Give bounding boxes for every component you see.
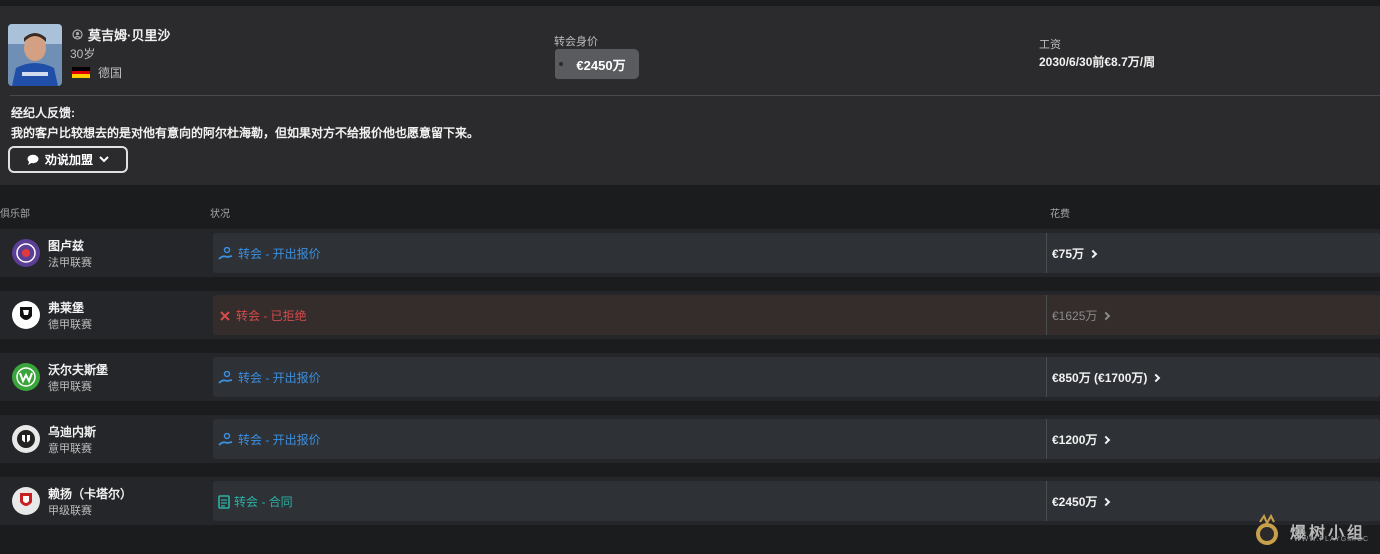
club-name[interactable]: 赖扬（卡塔尔） bbox=[48, 485, 132, 502]
club-name[interactable]: 沃尔夫斯堡 bbox=[48, 361, 108, 378]
offer-hand-icon bbox=[218, 246, 233, 260]
fee-value: €75万 bbox=[1052, 247, 1085, 261]
column-header-status: 状况 bbox=[210, 209, 230, 220]
speech-bubble-icon bbox=[27, 154, 39, 165]
toulouse-crest-icon bbox=[12, 239, 40, 267]
chevron-right-icon bbox=[1102, 311, 1111, 320]
fee-link[interactable]: €850万 (€1700万) bbox=[1052, 369, 1161, 386]
agent-feedback-label: 经纪人反馈: bbox=[11, 106, 75, 120]
club-league: 法甲联赛 bbox=[48, 257, 92, 269]
fee-value: €2450万 bbox=[1052, 495, 1098, 509]
freiburg-crest-icon bbox=[12, 301, 40, 329]
club-name[interactable]: 乌迪内斯 bbox=[48, 423, 96, 440]
chevron-right-icon bbox=[1088, 249, 1098, 258]
player-profile-icon bbox=[72, 29, 83, 40]
offer-hand-icon bbox=[218, 432, 233, 446]
chevron-down-icon bbox=[99, 156, 109, 163]
price-tag-hole-icon bbox=[559, 62, 563, 66]
udinese-crest-icon bbox=[12, 425, 40, 453]
player-age: 30岁 bbox=[70, 47, 96, 61]
player-name-row: 莫吉姆·贝里沙 bbox=[72, 25, 170, 44]
divider bbox=[1046, 357, 1047, 397]
column-header-club: 俱乐部 bbox=[0, 209, 30, 220]
valuation-value: €2450万 bbox=[576, 57, 626, 73]
chevron-right-icon bbox=[1102, 497, 1111, 506]
club-league: 甲级联赛 bbox=[48, 505, 92, 517]
fee-link[interactable]: €75万 bbox=[1052, 245, 1098, 262]
nationality-label: 德国 bbox=[98, 66, 123, 80]
divider bbox=[1046, 295, 1047, 335]
contract-document-icon bbox=[218, 494, 230, 509]
player-summary-panel: 莫吉姆·贝里沙 30岁 德国 转会身价 €2450万 工资 2030/6/30前… bbox=[0, 6, 1380, 185]
fee-value: €850万 (€1700万) bbox=[1052, 371, 1148, 385]
persuade-button-label: 劝说加盟 bbox=[44, 153, 93, 167]
status-cell: 转会 - 开出报价 €75万 bbox=[213, 233, 1380, 273]
table-row[interactable]: 弗莱堡 德甲联赛 转会 - 已拒绝 €1625万 bbox=[0, 291, 1380, 339]
divider bbox=[1046, 419, 1047, 459]
status-cell: 转会 - 开出报价 €850万 (€1700万) bbox=[213, 357, 1380, 397]
status-cell: 转会 - 已拒绝 €1625万 bbox=[213, 295, 1380, 335]
table-row[interactable]: 乌迪内斯 意甲联赛 转会 - 开出报价 €1200万 bbox=[0, 415, 1380, 463]
fee-link[interactable]: €2450万 bbox=[1052, 493, 1111, 510]
status-text: 转会 - 已拒绝 bbox=[236, 309, 307, 323]
table-row[interactable]: 沃尔夫斯堡 德甲联赛 转会 - 开出报价 €850万 (€1700万) bbox=[0, 353, 1380, 401]
club-league: 德甲联赛 bbox=[48, 381, 92, 393]
status-text: 转会 - 开出报价 bbox=[238, 247, 321, 261]
divider bbox=[1046, 233, 1047, 273]
persuade-to-join-button[interactable]: 劝说加盟 bbox=[8, 146, 128, 173]
fee-link: €1625万 bbox=[1052, 307, 1111, 324]
al-rayyan-crest-icon bbox=[12, 487, 40, 515]
offer-hand-icon bbox=[218, 370, 233, 384]
fee-value: €1625万 bbox=[1052, 309, 1098, 323]
status-cell: 转会 - 合同 €2450万 bbox=[213, 481, 1380, 521]
wage-value: 2030/6/30前€8.7万/周 bbox=[1039, 55, 1156, 69]
player-name[interactable]: 莫吉姆·贝里沙 bbox=[88, 25, 170, 44]
status-text: 转会 - 开出报价 bbox=[238, 371, 321, 385]
column-header-fee: 花费 bbox=[1050, 209, 1070, 220]
table-row[interactable]: 赖扬（卡塔尔） 甲级联赛 转会 - 合同 €2450万 bbox=[0, 477, 1380, 525]
player-avatar bbox=[8, 24, 62, 86]
germany-flag-icon bbox=[72, 67, 90, 79]
fee-value: €1200万 bbox=[1052, 433, 1098, 447]
table-row[interactable]: 图卢兹 法甲联赛 转会 - 开出报价 €75万 bbox=[0, 229, 1380, 277]
club-league: 德甲联赛 bbox=[48, 319, 92, 331]
chevron-right-icon bbox=[1152, 373, 1161, 382]
status-text: 转会 - 开出报价 bbox=[238, 433, 321, 447]
valuation-label: 转会身价 bbox=[554, 36, 598, 48]
watermark-url: WWW.PLAYGM.CC bbox=[1294, 536, 1370, 543]
watermark-logo-icon bbox=[1256, 514, 1278, 545]
player-nationality: 德国 bbox=[72, 64, 122, 81]
watermark: 爆树小组 WWW.PLAYGM.CC bbox=[1250, 514, 1370, 548]
valuation-tag: €2450万 bbox=[555, 49, 639, 79]
divider bbox=[1046, 481, 1047, 521]
club-name[interactable]: 图卢兹 bbox=[48, 237, 84, 254]
status-text: 转会 - 合同 bbox=[234, 495, 293, 509]
wage-label: 工资 bbox=[1039, 39, 1061, 51]
club-name[interactable]: 弗莱堡 bbox=[48, 299, 84, 316]
agent-feedback-text: 我的客户比较想去的是对他有意向的阿尔杜海勒，但如果对方不给报价他也愿意留下来。 bbox=[11, 126, 480, 140]
fee-link[interactable]: €1200万 bbox=[1052, 431, 1111, 448]
status-cell: 转会 - 开出报价 €1200万 bbox=[213, 419, 1380, 459]
club-league: 意甲联赛 bbox=[48, 443, 92, 455]
close-icon bbox=[220, 310, 230, 321]
chevron-right-icon bbox=[1102, 435, 1111, 444]
wolfsburg-crest-icon bbox=[12, 363, 40, 391]
divider bbox=[10, 95, 1380, 96]
